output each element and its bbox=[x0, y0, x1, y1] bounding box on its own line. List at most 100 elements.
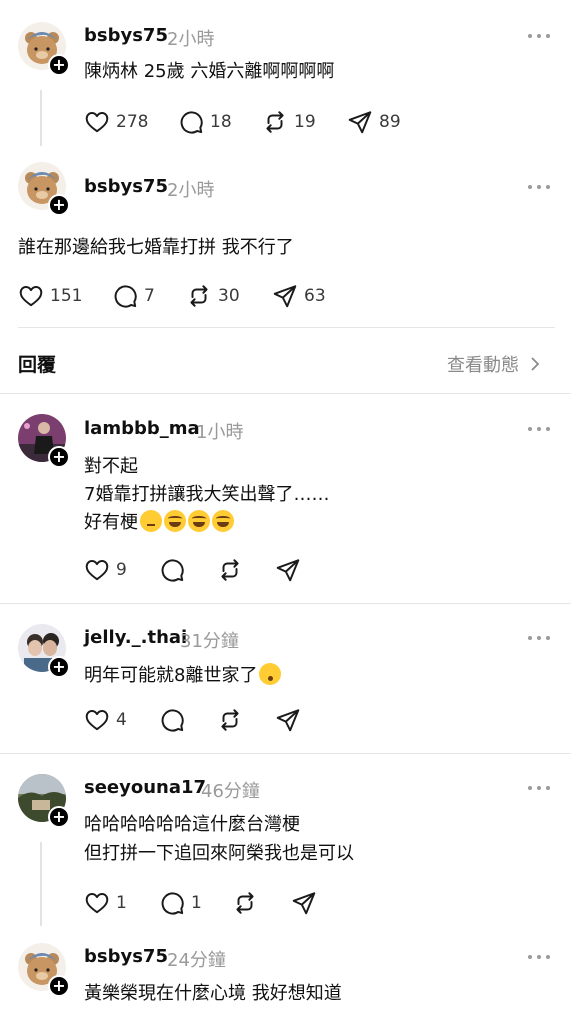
username[interactable]: bsbys75 bbox=[84, 946, 168, 967]
divider bbox=[18, 327, 555, 328]
share-button[interactable]: 63 bbox=[272, 283, 326, 309]
more-icon[interactable] bbox=[527, 183, 551, 191]
reply-time: 46分鐘 bbox=[201, 781, 260, 802]
comment-button[interactable] bbox=[159, 557, 185, 583]
like-button[interactable]: 151 bbox=[18, 283, 82, 309]
repost-button[interactable] bbox=[232, 890, 258, 916]
share-count: 63 bbox=[304, 286, 326, 306]
post-text: 誰在那邊給我七婚靠打拼 我不行了 bbox=[18, 237, 294, 258]
post-time: 2小時 bbox=[167, 29, 215, 50]
repost-button[interactable]: 30 bbox=[186, 283, 240, 309]
laughing-tears-icon bbox=[212, 510, 234, 532]
divider bbox=[0, 603, 571, 604]
avatar[interactable]: + bbox=[18, 624, 70, 678]
repost-button[interactable]: 19 bbox=[262, 109, 316, 135]
repost-icon bbox=[186, 283, 212, 309]
repost-icon bbox=[232, 890, 258, 916]
follow-plus-icon[interactable]: + bbox=[48, 806, 70, 828]
like-button[interactable]: 1 bbox=[84, 890, 127, 916]
avatar[interactable]: + bbox=[18, 162, 70, 216]
avatar[interactable]: + bbox=[18, 414, 70, 468]
more-icon[interactable] bbox=[527, 32, 551, 40]
repost-icon bbox=[262, 109, 288, 135]
laughing-tears-icon bbox=[188, 510, 210, 532]
comment-icon bbox=[159, 707, 185, 733]
username[interactable]: bsbys75 bbox=[84, 176, 168, 197]
reply-text-line: 黃樂榮現在什麼心境 我好想知道 bbox=[84, 983, 342, 1004]
reply-time: 1小時 bbox=[196, 422, 244, 443]
heart-icon bbox=[84, 109, 110, 135]
username[interactable]: bsbys75 bbox=[84, 25, 168, 46]
reply-text-line-with-emoji: 明年可能就8離世家了 bbox=[84, 662, 282, 690]
like-button[interactable]: 278 bbox=[84, 109, 148, 135]
share-button[interactable] bbox=[275, 707, 301, 733]
comment-button[interactable]: 1 bbox=[159, 890, 202, 916]
reply-text: 好有梗 bbox=[84, 512, 138, 533]
like-button[interactable]: 9 bbox=[84, 557, 127, 583]
divider bbox=[0, 753, 571, 754]
heart-icon bbox=[84, 890, 110, 916]
username[interactable]: seeyouna17 bbox=[84, 777, 206, 798]
username[interactable]: lambbb_ma bbox=[84, 418, 200, 439]
more-icon[interactable] bbox=[527, 634, 551, 642]
repost-count: 30 bbox=[218, 286, 240, 306]
follow-plus-icon[interactable]: + bbox=[48, 656, 70, 678]
repost-icon bbox=[217, 707, 243, 733]
share-button[interactable] bbox=[275, 557, 301, 583]
reply-text-line: 但打拼一下追回來阿榮我也是可以 bbox=[84, 843, 354, 864]
share-button[interactable] bbox=[291, 890, 317, 916]
share-button[interactable]: 89 bbox=[347, 109, 401, 135]
follow-plus-icon[interactable]: + bbox=[48, 446, 70, 468]
more-icon[interactable] bbox=[527, 425, 551, 433]
heart-icon bbox=[18, 283, 44, 309]
heart-icon bbox=[84, 557, 110, 583]
reply-text: 明年可能就8離世家了 bbox=[84, 665, 258, 686]
laughing-tears-icon bbox=[164, 510, 186, 532]
avatar[interactable]: + bbox=[18, 22, 70, 76]
comment-button[interactable] bbox=[159, 707, 185, 733]
reply-text-line-with-emoji: 好有梗 bbox=[84, 509, 234, 537]
view-activity-link[interactable]: 查看動態 bbox=[447, 351, 541, 377]
repost-button[interactable] bbox=[217, 707, 243, 733]
heart-icon bbox=[84, 707, 110, 733]
view-activity-label: 查看動態 bbox=[447, 355, 519, 376]
thinking-face-icon bbox=[140, 510, 162, 532]
more-icon[interactable] bbox=[527, 784, 551, 792]
repost-count: 19 bbox=[294, 112, 316, 132]
share-count: 89 bbox=[379, 112, 401, 132]
follow-plus-icon[interactable]: + bbox=[48, 194, 70, 216]
follow-plus-icon[interactable]: + bbox=[48, 975, 70, 997]
send-icon bbox=[275, 707, 301, 733]
reply-text-line: 哈哈哈哈哈哈這什麼台灣梗 bbox=[84, 814, 300, 835]
username[interactable]: jelly._.thai bbox=[84, 627, 187, 648]
comment-count: 18 bbox=[210, 112, 232, 132]
like-button[interactable]: 4 bbox=[84, 707, 127, 733]
post-time: 2小時 bbox=[167, 180, 215, 201]
repost-icon bbox=[217, 557, 243, 583]
like-count: 4 bbox=[116, 710, 127, 730]
avatar[interactable]: + bbox=[18, 774, 70, 828]
send-icon bbox=[347, 109, 373, 135]
follow-plus-icon[interactable]: + bbox=[48, 54, 70, 76]
replies-title: 回覆 bbox=[18, 354, 57, 376]
reply-text-line: 7婚靠打拼讓我大笑出聲了…… bbox=[84, 484, 330, 505]
more-icon[interactable] bbox=[527, 953, 551, 961]
like-count: 278 bbox=[116, 112, 149, 132]
comment-icon bbox=[159, 557, 185, 583]
comment-button[interactable]: 18 bbox=[178, 109, 232, 135]
chevron-right-icon bbox=[531, 357, 540, 371]
comment-icon bbox=[178, 109, 204, 135]
avatar[interactable]: + bbox=[18, 943, 70, 997]
like-count: 9 bbox=[116, 560, 127, 580]
comment-button[interactable]: 7 bbox=[112, 283, 155, 309]
kissing-face-icon bbox=[259, 663, 282, 685]
send-icon bbox=[275, 557, 301, 583]
thread-line bbox=[40, 90, 42, 146]
divider bbox=[0, 393, 571, 394]
like-count: 151 bbox=[50, 286, 83, 306]
post-text: 陳炳林 25歲 六婚六離啊啊啊啊 bbox=[84, 61, 335, 82]
comment-icon bbox=[159, 890, 185, 916]
repost-button[interactable] bbox=[217, 557, 243, 583]
reply-time: 31分鐘 bbox=[180, 631, 239, 652]
reply-text-line: 對不起 bbox=[84, 456, 138, 477]
